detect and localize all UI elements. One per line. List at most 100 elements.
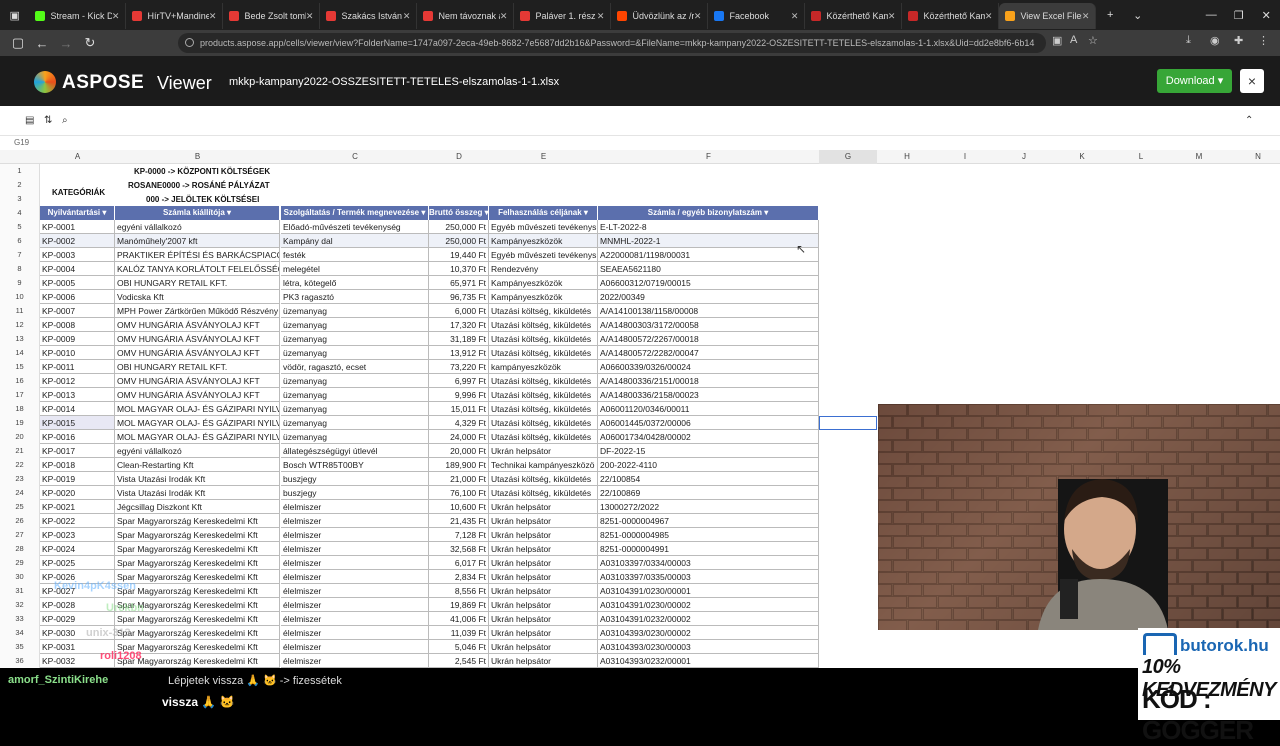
tab-close-icon[interactable]: ✕ [597,11,605,22]
row-number[interactable]: 22 [0,458,40,472]
table-cell[interactable]: A/A14100138/1158/00008 [598,304,819,318]
table-cell[interactable]: egyéni vállalkozó [115,220,280,234]
forward-icon[interactable]: → [54,36,78,51]
table-cell[interactable]: Utazási költség, kiküldetés [489,472,598,486]
table-cell[interactable]: Spar Magyarország Kereskedelmi Kft [115,556,280,570]
table-cell[interactable]: élelmiszer [281,500,429,514]
table-cell[interactable]: Ukrán helpsátor [489,570,598,584]
browser-tab[interactable]: Bede Zsolt tomb ✕ [223,3,321,29]
table-cell[interactable]: 2022/00349 [598,290,819,304]
bookmark-icon[interactable]: ☆ [1088,34,1098,47]
table-cell[interactable]: vödör, ragasztó, ecset [281,360,429,374]
column-header[interactable]: B [115,150,280,164]
table-cell[interactable]: üzemanyag [281,304,429,318]
browser-tab[interactable]: Nem távoznak a ✕ [417,3,515,29]
table-header-cell[interactable]: Számla kiállítója ▾ [115,206,280,220]
table-cell[interactable]: 2,545 Ft [429,654,489,668]
table-cell[interactable]: Kampány dal [281,234,429,248]
table-cell[interactable]: Utazási költség, kiküldetés [489,304,598,318]
table-cell[interactable]: élelmiszer [281,570,429,584]
table-cell[interactable]: A06001445/0372/00006 [598,416,819,430]
row-number[interactable]: 9 [0,276,40,290]
table-cell[interactable]: OMV HUNGÁRIA ÁSVÁNYOLAJ KFT [115,346,280,360]
row-number[interactable]: 6 [0,234,40,248]
browser-tab[interactable]: View Excel Files ✕ [999,3,1097,29]
table-cell[interactable]: Clean-Restarting Kft [115,458,280,472]
table-cell[interactable]: KP-0019 [40,472,115,486]
column-header[interactable]: J [995,150,1053,164]
back-icon[interactable]: ← [30,36,54,51]
tab-close-icon[interactable]: ✕ [112,11,120,22]
row-number[interactable]: 18 [0,402,40,416]
row-number[interactable]: 15 [0,360,40,374]
table-cell[interactable]: A/A14800336/2151/00018 [598,374,819,388]
table-cell[interactable]: Spar Magyarország Kereskedelmi Kft [115,612,280,626]
browser-tab[interactable]: Üdvözlünk az /r/✕ [611,3,709,29]
table-cell[interactable]: Kampányeszközök [489,290,598,304]
table-cell[interactable]: élelmiszer [281,626,429,640]
table-cell[interactable]: 24,000 Ft [429,430,489,444]
close-viewer-button[interactable]: × [1240,69,1264,93]
table-cell[interactable]: üzemanyag [281,346,429,360]
table-cell[interactable]: 6,000 Ft [429,304,489,318]
table-cell[interactable]: Kampányeszközök [489,234,598,248]
table-cell[interactable]: OMV HUNGÁRIA ÁSVÁNYOLAJ KFT [115,318,280,332]
table-cell[interactable]: A22000081/1198/00031 [598,248,819,262]
table-cell[interactable]: MPH Power Zártkörűen Működő Részvény [115,304,280,318]
table-cell[interactable]: létra, kötegelő [281,276,429,290]
table-cell[interactable]: A03104393/0230/00002 [598,626,819,640]
tab-actions-icon[interactable]: ▣ [0,9,29,22]
table-cell[interactable]: A06001734/0428/00002 [598,430,819,444]
minimize-icon[interactable]: — [1197,9,1225,21]
table-cell[interactable]: KP-0020 [40,486,115,500]
table-cell[interactable]: 8251-0000004985 [598,528,819,542]
table-cell[interactable]: A03104391/0232/00002 [598,612,819,626]
table-cell[interactable]: Ukrán helpsátor [489,556,598,570]
table-cell[interactable]: KALÓZ TANYA KORLÁTOLT FELELŐSSÉGŰ TÁ [115,262,280,276]
tab-close-icon[interactable]: ✕ [403,11,411,22]
table-cell[interactable]: KP-0025 [40,556,115,570]
table-cell[interactable]: A03103397/0334/00003 [598,556,819,570]
table-cell[interactable]: 189,900 Ft [429,458,489,472]
table-cell[interactable]: A/A14800572/2267/00018 [598,332,819,346]
selected-cell[interactable] [819,416,877,430]
table-cell[interactable]: 21,435 Ft [429,514,489,528]
row-number[interactable]: 17 [0,388,40,402]
table-cell[interactable]: A06600339/0326/00024 [598,360,819,374]
table-cell[interactable]: élelmiszer [281,612,429,626]
row-number[interactable]: 32 [0,598,40,612]
table-cell[interactable]: 8251-0000004967 [598,514,819,528]
table-cell[interactable]: Rendezvény [489,262,598,276]
row-number[interactable]: 16 [0,374,40,388]
filter-dropdown-icon[interactable]: ▾ [762,208,768,217]
column-header[interactable]: C [281,150,429,164]
table-cell[interactable]: 2,834 Ft [429,570,489,584]
table-cell[interactable]: 13000272/2022 [598,500,819,514]
table-cell[interactable]: üzemanyag [281,388,429,402]
table-cell[interactable]: 32,568 Ft [429,542,489,556]
filter-dropdown-icon[interactable]: ▾ [100,208,106,217]
sidebar-icon[interactable]: ▢ [6,35,30,51]
reload-icon[interactable]: ↻ [78,35,102,51]
table-cell[interactable]: Manóműhely'2007 kft [115,234,280,248]
row-number[interactable]: 2 [0,178,40,192]
table-cell[interactable]: üzemanyag [281,402,429,416]
table-cell[interactable]: Spar Magyarország Kereskedelmi Kft [115,584,280,598]
table-cell[interactable]: Utazási költség, kiküldetés [489,486,598,500]
table-cell[interactable]: Ukrán helpsátor [489,626,598,640]
table-cell[interactable]: MNMHL-2022-1 [598,234,819,248]
table-cell[interactable]: KP-0008 [40,318,115,332]
table-cell[interactable]: KP-0009 [40,332,115,346]
table-cell[interactable]: 8251-0000004991 [598,542,819,556]
menu-icon[interactable]: ⋮ [1258,34,1269,47]
table-cell[interactable]: A03104391/0230/00001 [598,584,819,598]
table-cell[interactable]: 20,000 Ft [429,444,489,458]
table-cell[interactable]: A/A14800303/3172/00058 [598,318,819,332]
column-header[interactable]: M [1170,150,1228,164]
tab-close-icon[interactable]: ✕ [791,11,799,22]
row-number[interactable]: 29 [0,556,40,570]
row-number[interactable]: 10 [0,290,40,304]
column-header[interactable]: L [1112,150,1170,164]
table-cell[interactable]: Vista Utazási Irodák Kft [115,472,280,486]
table-header-cell[interactable]: Számla / egyéb bizonylatszám ▾ [598,206,819,220]
